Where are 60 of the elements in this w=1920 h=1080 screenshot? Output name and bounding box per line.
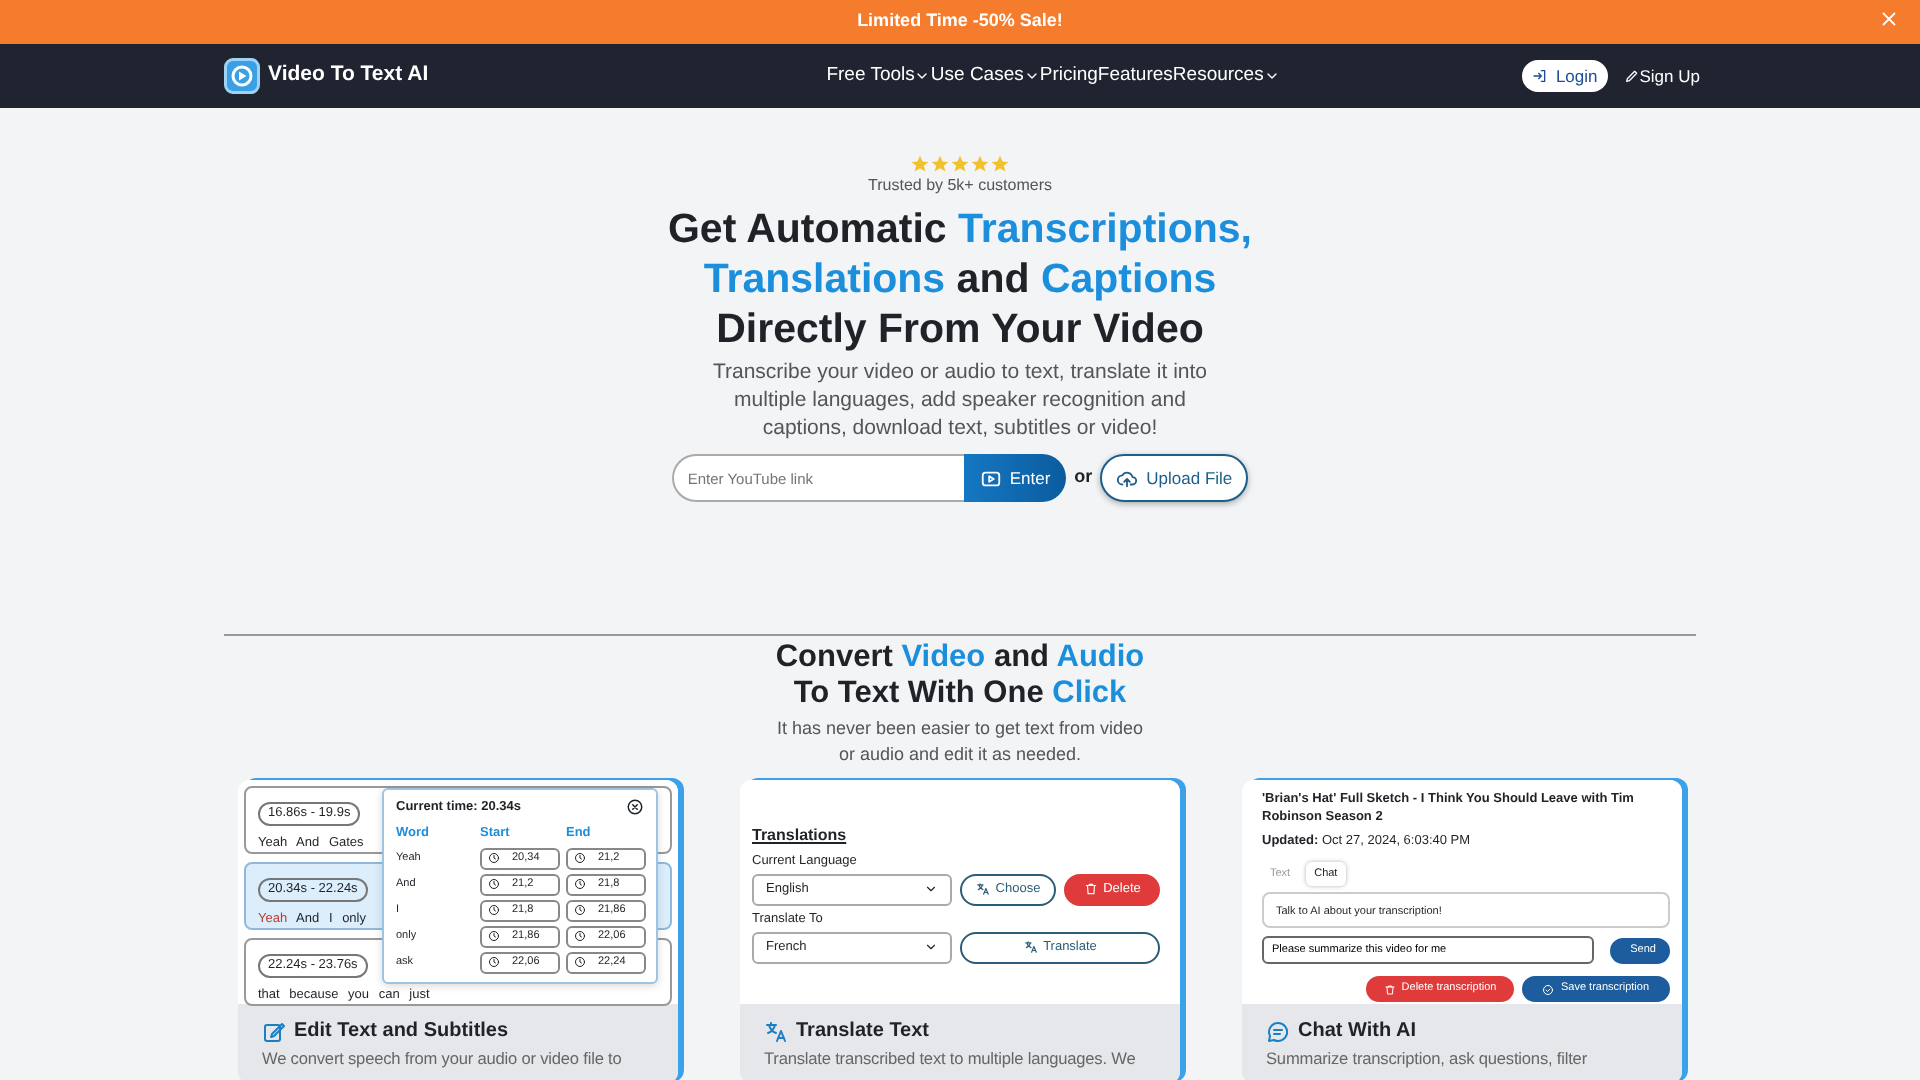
nav-link[interactable]: Use Cases bbox=[930, 61, 1040, 91]
star-icon bbox=[950, 154, 970, 174]
hero-description: Transcribe your video or audio to text, translate it into multiple languages, add speaker recognition and captions, download text, subtitles or video! bbox=[710, 358, 1210, 442]
or-text: or bbox=[1074, 464, 1093, 491]
login-button[interactable]: Login bbox=[1521, 59, 1608, 93]
clock-icon bbox=[488, 878, 500, 890]
login-icon bbox=[1531, 68, 1548, 84]
feature-description: Summarize transcription, ask questions, filter bbox=[1266, 1046, 1589, 1071]
clock-icon bbox=[574, 956, 586, 968]
pencil-icon bbox=[1623, 68, 1640, 84]
banner-text: Limited Time -50% Sale! bbox=[857, 8, 1063, 35]
nav-link[interactable]: Pricing bbox=[1039, 61, 1098, 91]
trash-icon bbox=[1383, 983, 1396, 995]
clock-icon bbox=[488, 904, 500, 916]
chevron-down-icon bbox=[924, 940, 938, 954]
chevron-down-icon bbox=[914, 68, 931, 84]
enter-button[interactable]: Enter bbox=[963, 454, 1067, 502]
trusted-text: Trusted by 5k+ customers bbox=[868, 174, 1052, 198]
star-icon bbox=[990, 154, 1010, 174]
logo-icon bbox=[224, 58, 260, 94]
clock-icon bbox=[574, 904, 586, 916]
hero-heading: Get Automatic Transcriptions, Translations and Captions Directly From Your Video bbox=[667, 204, 1252, 354]
chevron-down-icon bbox=[1023, 68, 1040, 84]
clock-icon bbox=[574, 878, 586, 890]
upload-button[interactable]: Upload File bbox=[1100, 454, 1249, 502]
clock-icon bbox=[488, 852, 500, 864]
chat-bubble-icon bbox=[1266, 1019, 1290, 1043]
clock-icon bbox=[574, 852, 586, 864]
chevron-down-icon bbox=[924, 882, 938, 897]
translate-icon bbox=[975, 882, 990, 897]
translate-icon bbox=[1023, 940, 1038, 954]
edit-icon bbox=[262, 1019, 286, 1043]
clock-icon bbox=[574, 930, 586, 942]
section-heading: Convert Video and Audio To Text With One Click bbox=[775, 640, 1145, 712]
cloud-upload-icon bbox=[1116, 467, 1139, 489]
section-description: It has never been easier to get text from video or audio and edit it as needed. bbox=[774, 716, 1146, 768]
trash-icon bbox=[1083, 882, 1098, 897]
clock-icon bbox=[488, 930, 500, 942]
close-icon bbox=[1878, 8, 1900, 30]
play-icon bbox=[979, 467, 1002, 489]
star-icon bbox=[910, 154, 930, 174]
close-button[interactable] bbox=[1878, 8, 1900, 30]
close-circle-icon[interactable] bbox=[626, 798, 644, 817]
nav-link[interactable]: Features bbox=[1097, 61, 1173, 91]
translations-heading: Translations bbox=[752, 824, 849, 848]
feature-title: Edit Text and Subtitles bbox=[294, 1018, 509, 1046]
sign-up-link[interactable]: Sign Up bbox=[1623, 63, 1700, 89]
feature-title: Translate Text bbox=[796, 1018, 930, 1046]
feature-description: Translate transcribed text to multiple languages. We bbox=[764, 1046, 1138, 1071]
chevron-down-icon bbox=[1263, 68, 1280, 84]
star-icon bbox=[930, 154, 950, 174]
feature-title: Chat With AI bbox=[1298, 1018, 1416, 1046]
clock-icon bbox=[488, 956, 500, 968]
check-circle-icon bbox=[1542, 983, 1555, 995]
star-icon bbox=[970, 154, 990, 174]
nav-link[interactable]: Resources bbox=[1172, 61, 1280, 91]
feature-description: We convert speech from your audio or video file to bbox=[262, 1046, 624, 1071]
translate-icon bbox=[764, 1019, 788, 1043]
brand-name[interactable]: Video To Text AI bbox=[268, 60, 429, 92]
nav-link[interactable]: Free Tools bbox=[826, 61, 931, 91]
